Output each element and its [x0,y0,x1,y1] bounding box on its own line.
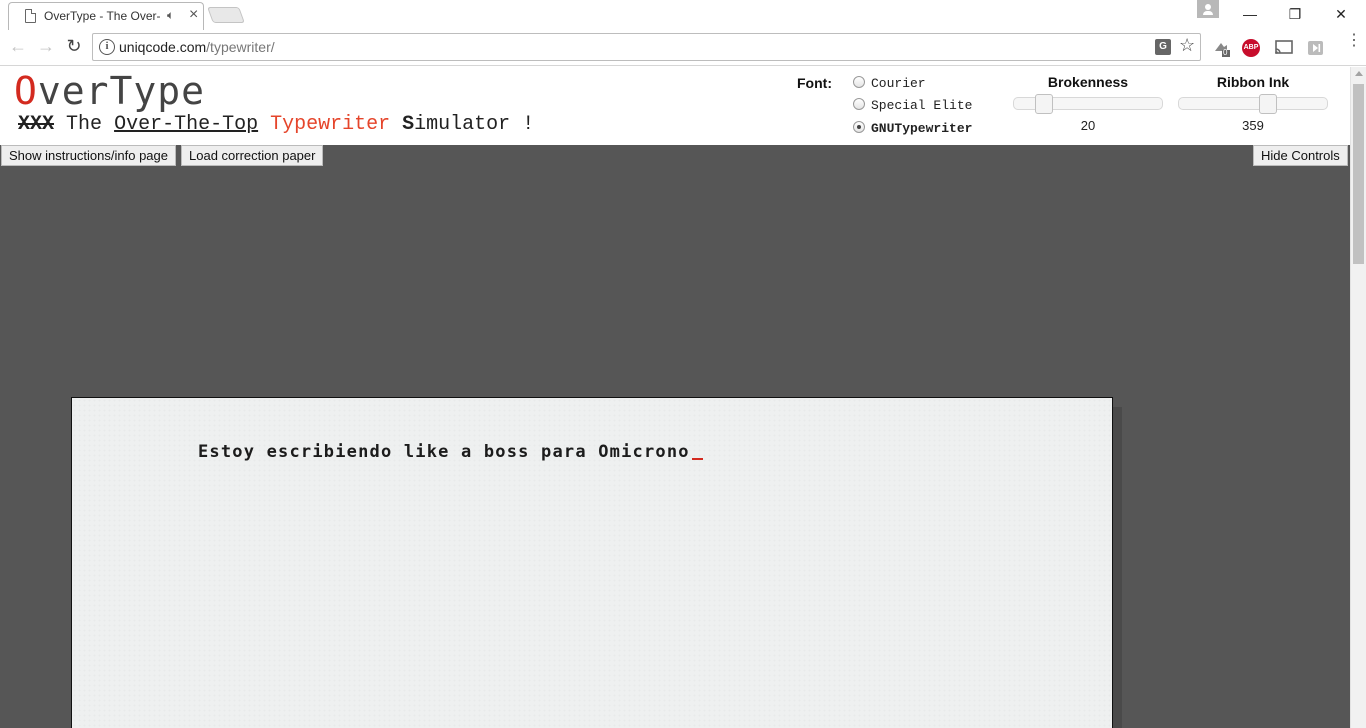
brokenness-value: 20 [1080,118,1096,133]
media-extension-icon[interactable] [1306,39,1326,57]
address-bar[interactable]: i uniqcode.com/typewriter/ G ☆ [92,33,1201,61]
url-text[interactable]: uniqcode.com/typewriter/ [119,39,275,55]
scroll-up-arrow-icon[interactable] [1355,71,1363,76]
cast-icon[interactable] [1274,39,1294,57]
extension-badge: 0 [1223,48,1228,57]
vertical-scrollbar[interactable] [1350,67,1366,728]
ribbon-ink-value: 359 [1242,118,1264,133]
hide-controls-button[interactable]: Hide Controls [1253,145,1348,166]
restore-button[interactable]: ❐ [1272,0,1318,28]
extension-icon[interactable]: 0 [1212,39,1232,57]
site-subtitle: XXX The Over-The-Top Typewriter Simulato… [18,113,535,136]
radio-courier[interactable] [853,76,865,88]
font-option-courier[interactable]: Courier [853,76,926,96]
translate-icon[interactable]: G [1155,39,1171,55]
bookmark-star-icon[interactable]: ☆ [1179,35,1195,56]
ribbon-ink-title: Ribbon Ink [1216,74,1290,90]
browser-menu-icon[interactable]: ⋮ [1346,33,1362,49]
radio-special-elite[interactable] [853,98,865,110]
adblock-icon[interactable]: ABP [1242,39,1260,57]
speaker-icon[interactable]: 🔈︎ [167,8,174,23]
browser-tab[interactable]: OverType - The Over- 🔈︎ × [8,2,204,30]
profile-icon[interactable] [1197,0,1219,18]
font-label: Font: [797,75,832,91]
ribbon-ink-slider-handle[interactable] [1259,94,1277,114]
radio-gnutypewriter[interactable] [853,121,865,133]
brokenness-slider-handle[interactable] [1035,94,1053,114]
site-header: OverType XXX The Over-The-Top Typewriter… [0,67,1350,145]
typed-text: Estoy escribiendo like a boss para Omicr… [198,442,703,462]
overtype-logo: OverType [14,69,206,113]
ribbon-ink-control: Ribbon Ink 359 [1178,74,1328,133]
back-arrow-icon[interactable]: ← [6,35,30,59]
new-tab-button[interactable] [207,7,245,23]
forward-arrow-icon[interactable]: → [34,35,58,59]
font-option-special-elite[interactable]: Special Elite [853,98,972,118]
info-icon[interactable]: i [99,39,115,55]
document-icon [25,9,36,23]
ribbon-ink-slider[interactable] [1178,94,1328,114]
scrollbar-thumb[interactable] [1353,84,1364,264]
typing-cursor [691,458,703,460]
page-viewport: OverType XXX The Over-The-Top Typewriter… [0,67,1366,728]
brokenness-control: Brokenness 20 [1013,74,1163,133]
show-instructions-button[interactable]: Show instructions/info page [1,145,176,166]
reload-icon[interactable]: ↻ [62,35,86,59]
brokenness-slider[interactable] [1013,94,1163,114]
browser-toolbar: ← → ↻ i uniqcode.com/typewriter/ G ☆ 0 A… [0,30,1366,66]
tab-close-icon[interactable]: × [189,6,198,24]
tab-title: OverType - The Over- [44,9,161,23]
page-background: OverType XXX The Over-The-Top Typewriter… [0,67,1350,728]
font-option-gnutypewriter[interactable]: GNUTypewriter [853,121,972,141]
browser-titlebar: OverType - The Over- 🔈︎ × — ❐ ✕ [0,0,1366,30]
typewriter-paper[interactable]: Estoy escribiendo like a boss para Omicr… [71,397,1113,728]
minimize-button[interactable]: — [1227,0,1273,28]
paper-shadow [1112,407,1122,728]
brokenness-title: Brokenness [1047,74,1129,90]
close-window-button[interactable]: ✕ [1318,0,1364,28]
load-correction-paper-button[interactable]: Load correction paper [181,145,324,166]
